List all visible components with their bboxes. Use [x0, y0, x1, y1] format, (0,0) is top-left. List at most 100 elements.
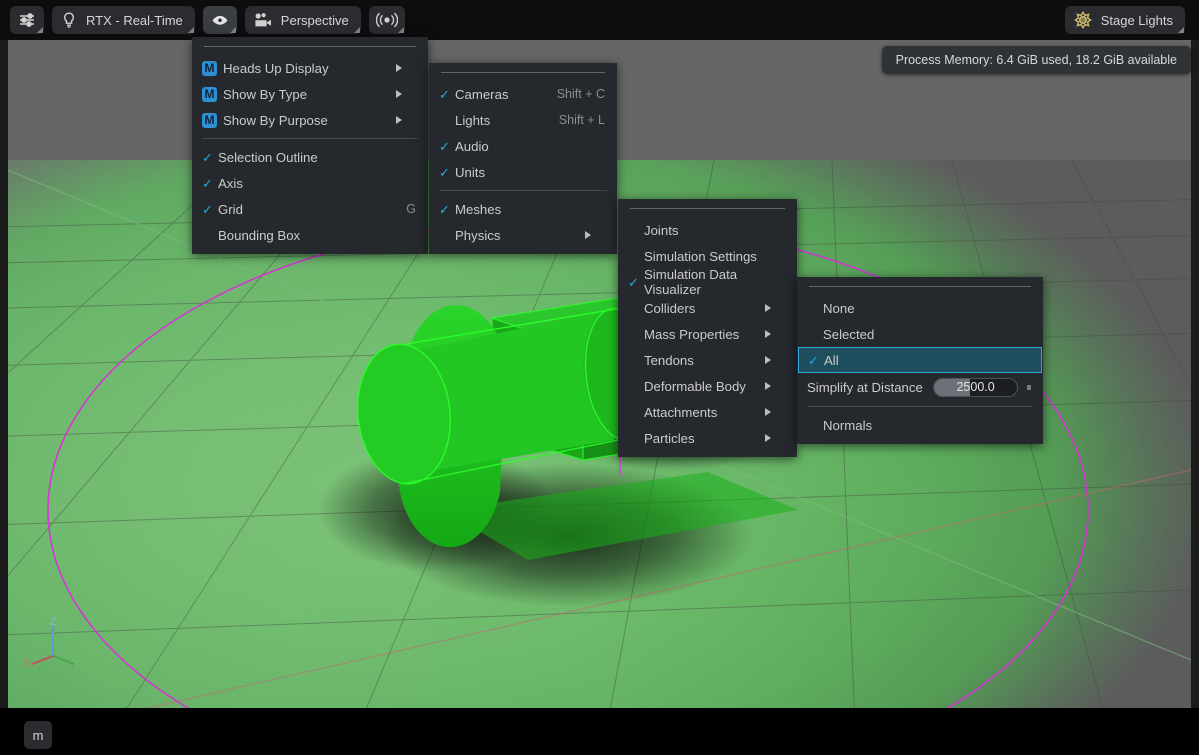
gizmo-z-label: Z	[50, 616, 57, 628]
menu-item-label: Tendons	[644, 353, 765, 368]
chevron-right-icon	[396, 64, 416, 72]
menu-item-label: Physics	[455, 228, 585, 243]
render-settings-button[interactable]	[10, 6, 44, 34]
viewport-capture-button[interactable]	[369, 6, 405, 34]
menu-item-particles[interactable]: Particles	[618, 425, 797, 451]
renderer-mode-button[interactable]: RTX - Real-Time	[52, 6, 195, 34]
simplify-at-distance-slider[interactable]: 2500.0	[933, 378, 1019, 397]
module-badge-icon: M	[202, 87, 217, 102]
chevron-right-icon	[765, 408, 785, 416]
menu-item-label: Lights	[455, 113, 541, 128]
menu-item-axis[interactable]: ✓ Axis	[192, 170, 428, 196]
menu-item-simplify-at-distance[interactable]: Simplify at Distance 2500.0	[797, 373, 1043, 401]
menu-item-label: Particles	[644, 431, 765, 446]
bottom-bar: m	[0, 708, 1199, 755]
stage-lights-button[interactable]: Stage Lights	[1065, 6, 1185, 34]
visibility-menu-button[interactable]	[203, 6, 237, 34]
menu-item-tendons[interactable]: Tendons	[618, 347, 797, 373]
menu-item-units[interactable]: ✓ Units	[429, 159, 617, 185]
menu-item-lights[interactable]: Lights Shift + L	[429, 107, 617, 133]
checkmark-icon: ✓	[628, 276, 644, 289]
sun-icon	[1073, 10, 1093, 30]
menu-item-label: Selected	[823, 327, 1031, 342]
chevron-right-icon	[585, 231, 605, 239]
menu-item-joints[interactable]: Joints	[618, 217, 797, 243]
chevron-right-icon	[396, 116, 416, 124]
menu-item-label: Cameras	[455, 87, 539, 102]
simplify-at-distance-label: Simplify at Distance	[807, 380, 923, 395]
menu-item-meshes[interactable]: ✓ Meshes	[429, 196, 617, 222]
viewport-frame-left	[0, 40, 8, 716]
menu-item-colliders-all[interactable]: ✓ All	[798, 347, 1042, 373]
process-memory-tooltip: Process Memory: 6.4 GiB used, 18.2 GiB a…	[882, 46, 1191, 74]
chevron-right-icon	[765, 304, 785, 312]
viewport-frame-right	[1191, 40, 1199, 716]
stage-lights-label: Stage Lights	[1101, 14, 1173, 27]
menu-item-audio[interactable]: ✓ Audio	[429, 133, 617, 159]
menu-item-label: Grid	[218, 202, 388, 217]
menu-item-attachments[interactable]: Attachments	[618, 399, 797, 425]
checkmark-icon: ✓	[202, 151, 218, 164]
menu-item-heads-up-display[interactable]: M Heads Up Display	[192, 55, 428, 81]
menu-item-label: Show By Type	[223, 87, 396, 102]
menu-item-bounding-box[interactable]: Bounding Box	[192, 222, 428, 248]
menu-item-colliders-selected[interactable]: Selected	[797, 321, 1043, 347]
checkmark-icon: ✓	[439, 140, 455, 153]
viewport-toolbar: RTX - Real-Time	[0, 0, 1199, 40]
checkmark-icon: ✓	[202, 177, 218, 190]
menu-item-mass-properties[interactable]: Mass Properties	[618, 321, 797, 347]
chevron-right-icon	[765, 330, 785, 338]
menu-item-selection-outline[interactable]: ✓ Selection Outline	[192, 144, 428, 170]
physics-menu: Joints Simulation Settings ✓ Simulation …	[618, 199, 797, 457]
menu-item-label: All	[824, 353, 1030, 368]
show-by-type-menu: ✓ Cameras Shift + C Lights Shift + L ✓ A…	[429, 63, 617, 254]
menu-item-cameras[interactable]: ✓ Cameras Shift + C	[429, 81, 617, 107]
menu-item-label: Selection Outline	[218, 150, 416, 165]
module-badge-icon: M	[202, 113, 217, 128]
display-menu-tearoff[interactable]	[192, 37, 428, 55]
menu-item-grid[interactable]: ✓ Grid G	[192, 196, 428, 222]
menu-item-label: Axis	[218, 176, 416, 191]
renderer-mode-label: RTX - Real-Time	[86, 14, 183, 27]
menu-item-physics[interactable]: Physics	[429, 222, 617, 248]
menu-item-label: Colliders	[644, 301, 765, 316]
menu-item-deformable-body[interactable]: Deformable Body	[618, 373, 797, 399]
menu-item-shortcut: Shift + C	[539, 87, 605, 101]
menu-item-label: Joints	[644, 223, 785, 238]
menu-item-simulation-data-visualizer[interactable]: ✓ Simulation Data Visualizer	[618, 269, 797, 295]
physics-menu-tearoff[interactable]	[618, 199, 797, 217]
menu-item-simulation-settings[interactable]: Simulation Settings	[618, 243, 797, 269]
camera-icon	[253, 11, 273, 29]
sliders-icon	[17, 10, 37, 30]
menu-item-label: Normals	[823, 418, 1031, 433]
menu-item-label: None	[823, 301, 1031, 316]
menu-item-normals[interactable]: Normals	[797, 412, 1043, 438]
menu-item-colliders[interactable]: Colliders	[618, 295, 797, 321]
checkmark-icon: ✓	[808, 354, 824, 367]
menu-item-shortcut: G	[388, 202, 416, 216]
camera-mode-button[interactable]: Perspective	[245, 6, 361, 34]
menu-item-shortcut: Shift + L	[541, 113, 605, 127]
chevron-right-icon	[396, 90, 416, 98]
menu-item-label: Bounding Box	[218, 228, 416, 243]
menu-item-colliders-none[interactable]: None	[797, 295, 1043, 321]
menu-item-show-by-type[interactable]: M Show By Type	[192, 81, 428, 107]
menu-separator	[439, 190, 607, 191]
axis-gizmo[interactable]: Z X Y	[22, 616, 84, 668]
unit-button[interactable]: m	[24, 721, 52, 749]
checkmark-icon: ✓	[439, 88, 455, 101]
checkmark-icon: ✓	[439, 203, 455, 216]
colliders-menu-tearoff[interactable]	[797, 277, 1043, 295]
checkmark-icon: ✓	[202, 203, 218, 216]
lightbulb-icon	[60, 11, 78, 29]
display-menu: M Heads Up Display M Show By Type M Show…	[192, 37, 428, 254]
slider-reset-dot[interactable]	[1027, 385, 1031, 390]
show-by-type-tearoff[interactable]	[429, 63, 617, 81]
menu-item-show-by-purpose[interactable]: M Show By Purpose	[192, 107, 428, 133]
camera-mode-label: Perspective	[281, 14, 349, 27]
menu-item-label: Mass Properties	[644, 327, 765, 342]
colliders-menu: None Selected ✓ All Simplify at Distance…	[797, 277, 1043, 444]
menu-item-label: Simulation Data Visualizer	[644, 267, 785, 297]
checkmark-icon: ✓	[439, 166, 455, 179]
gizmo-x-label: X	[23, 658, 31, 668]
